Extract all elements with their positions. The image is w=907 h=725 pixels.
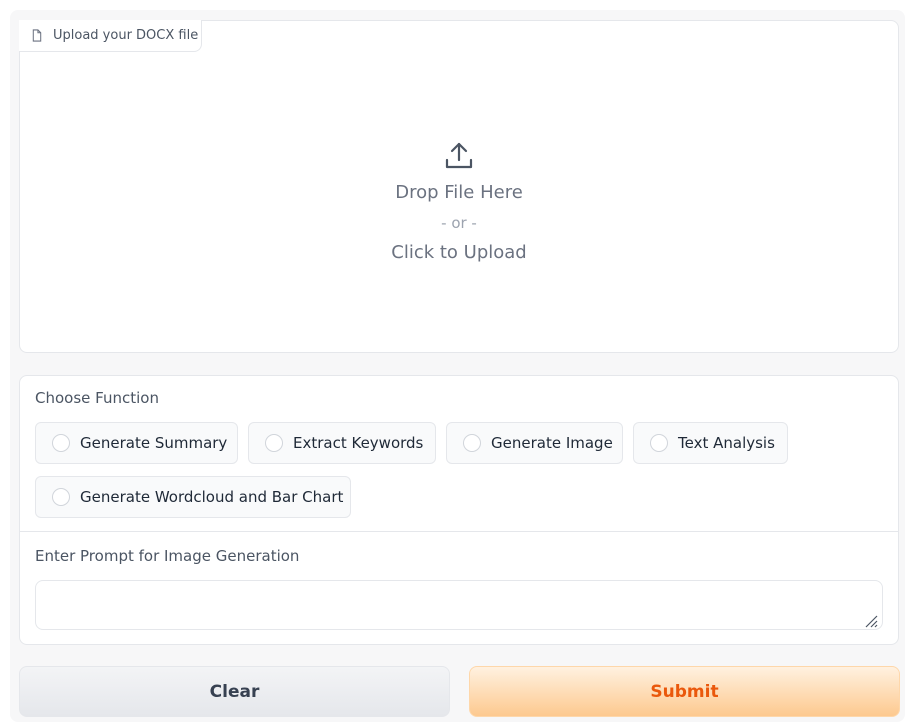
click-to-upload-text: Click to Upload [391, 242, 527, 263]
clear-button[interactable]: Clear [19, 666, 450, 717]
radio-label: Generate Image [491, 434, 613, 452]
radio-circle-icon[interactable] [52, 434, 70, 452]
radio-generate-summary[interactable]: Generate Summary [35, 422, 238, 464]
submit-button[interactable]: Submit [469, 666, 900, 717]
radio-circle-icon[interactable] [463, 434, 481, 452]
radio-circle-icon[interactable] [650, 434, 668, 452]
radio-extract-keywords[interactable]: Extract Keywords [248, 422, 436, 464]
divider [19, 531, 899, 532]
upload-label-text: Upload your DOCX file [53, 28, 199, 43]
prompt-label: Enter Prompt for Image Generation [35, 547, 300, 565]
drop-file-text: Drop File Here [395, 182, 523, 203]
radio-text-analysis[interactable]: Text Analysis [633, 422, 788, 464]
file-icon [32, 29, 42, 42]
radio-generate-image[interactable]: Generate Image [446, 422, 623, 464]
upload-label: Upload your DOCX file [19, 20, 202, 52]
radio-label: Text Analysis [678, 434, 775, 452]
radio-label: Extract Keywords [293, 434, 424, 452]
radio-generate-wordcloud[interactable]: Generate Wordcloud and Bar Chart [35, 476, 351, 518]
upload-icon [445, 142, 473, 169]
prompt-textarea[interactable] [35, 580, 883, 630]
radio-label: Generate Wordcloud and Bar Chart [80, 488, 344, 506]
radio-label: Generate Summary [80, 434, 228, 452]
resize-handle-icon[interactable] [862, 612, 878, 628]
radio-circle-icon[interactable] [52, 488, 70, 506]
or-separator: - or - [441, 214, 477, 232]
radio-circle-icon[interactable] [265, 434, 283, 452]
drop-area[interactable]: Drop File Here - or - Click to Upload [19, 140, 899, 268]
choose-function-label: Choose Function [35, 389, 159, 407]
